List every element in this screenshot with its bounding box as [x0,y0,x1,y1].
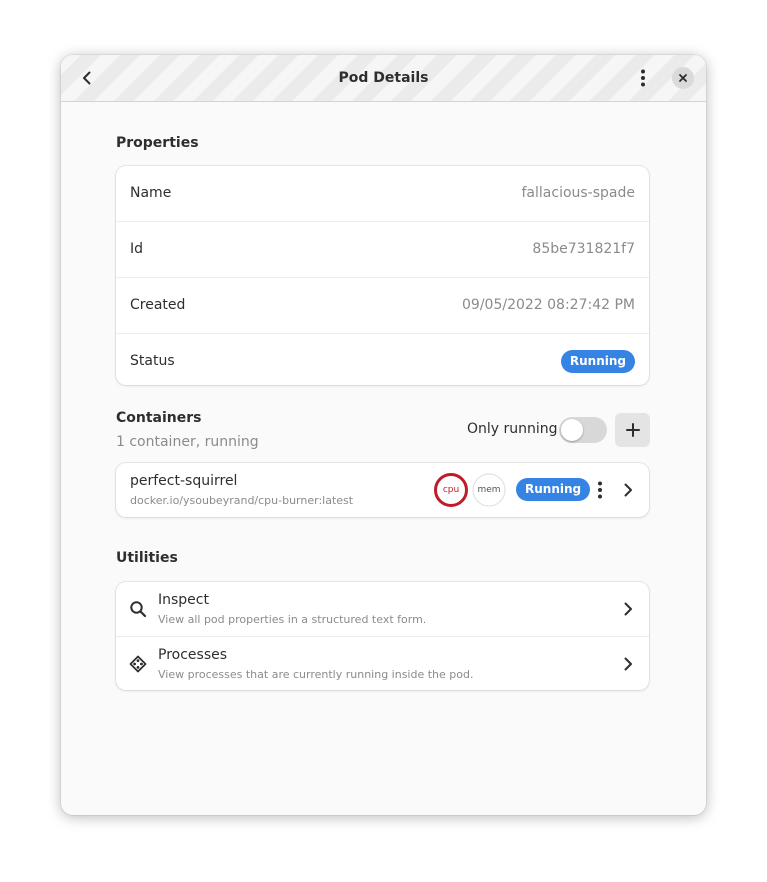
property-row-status: Status Running [116,334,649,389]
chevron-right-icon [618,650,638,678]
cpu-gauge: cpu [434,473,468,507]
utilities-heading: Utilities [116,550,178,566]
header-bar: Pod Details [61,55,706,102]
pod-details-window: Pod Details Properties Name fallacious-s… [61,55,706,815]
container-status-badge: Running [516,478,591,501]
utilities-card: Inspect View all pod properties in a str… [116,582,649,690]
utility-description: View processes that are currently runnin… [158,668,474,681]
utility-row-inspect[interactable]: Inspect View all pod properties in a str… [116,582,649,637]
only-running-label: Only running [467,421,558,437]
properties-card: Name fallacious-spade Id 85be731821f7 Cr… [116,166,649,385]
container-open-button[interactable] [618,476,638,504]
mem-gauge: mem [472,473,506,507]
properties-heading: Properties [116,135,199,151]
switch-knob [561,419,583,441]
close-button[interactable] [672,67,694,89]
cpu-gauge-label: cpu [442,485,460,495]
utility-title: Inspect [158,592,209,608]
property-row-id: Id 85be731821f7 [116,222,649,278]
property-value: 09/05/2022 08:27:42 PM [462,297,635,313]
more-vertical-icon [641,69,645,87]
plus-icon [625,423,640,437]
only-running-switch[interactable] [559,417,607,443]
menu-button[interactable] [629,64,657,92]
more-vertical-icon [598,481,602,499]
container-image: docker.io/ysoubeyrand/cpu-burner:latest [130,494,354,507]
property-label: Created [130,297,186,313]
containers-subtitle: 1 container, running [116,434,259,450]
mem-gauge-label: mem [477,485,501,495]
property-label: Status [130,353,175,369]
status-badge: Running [560,350,635,373]
property-row-created: Created 09/05/2022 08:27:42 PM [116,278,649,334]
window-title: Pod Details [338,70,429,86]
property-label: Name [130,185,172,201]
utility-row-processes[interactable]: Processes View processes that are curren… [116,637,649,691]
containers-heading: Containers [116,410,202,426]
property-row-name: Name fallacious-spade [116,166,649,222]
container-name: perfect-squirrel [130,473,238,489]
utility-title: Processes [158,647,228,663]
property-value: 85be731821f7 [532,241,635,257]
utility-description: View all pod properties in a structured … [158,613,427,626]
chevron-right-icon [618,595,638,623]
processes-icon [128,654,148,674]
container-menu-button[interactable] [590,476,610,504]
property-value: fallacious-spade [521,185,636,201]
container-row[interactable]: perfect-squirrel docker.io/ysoubeyrand/c… [116,463,649,517]
property-label: Id [130,241,144,257]
chevron-right-icon [624,483,632,497]
search-icon [128,599,148,619]
close-icon [679,74,687,82]
add-container-button[interactable] [615,413,650,447]
